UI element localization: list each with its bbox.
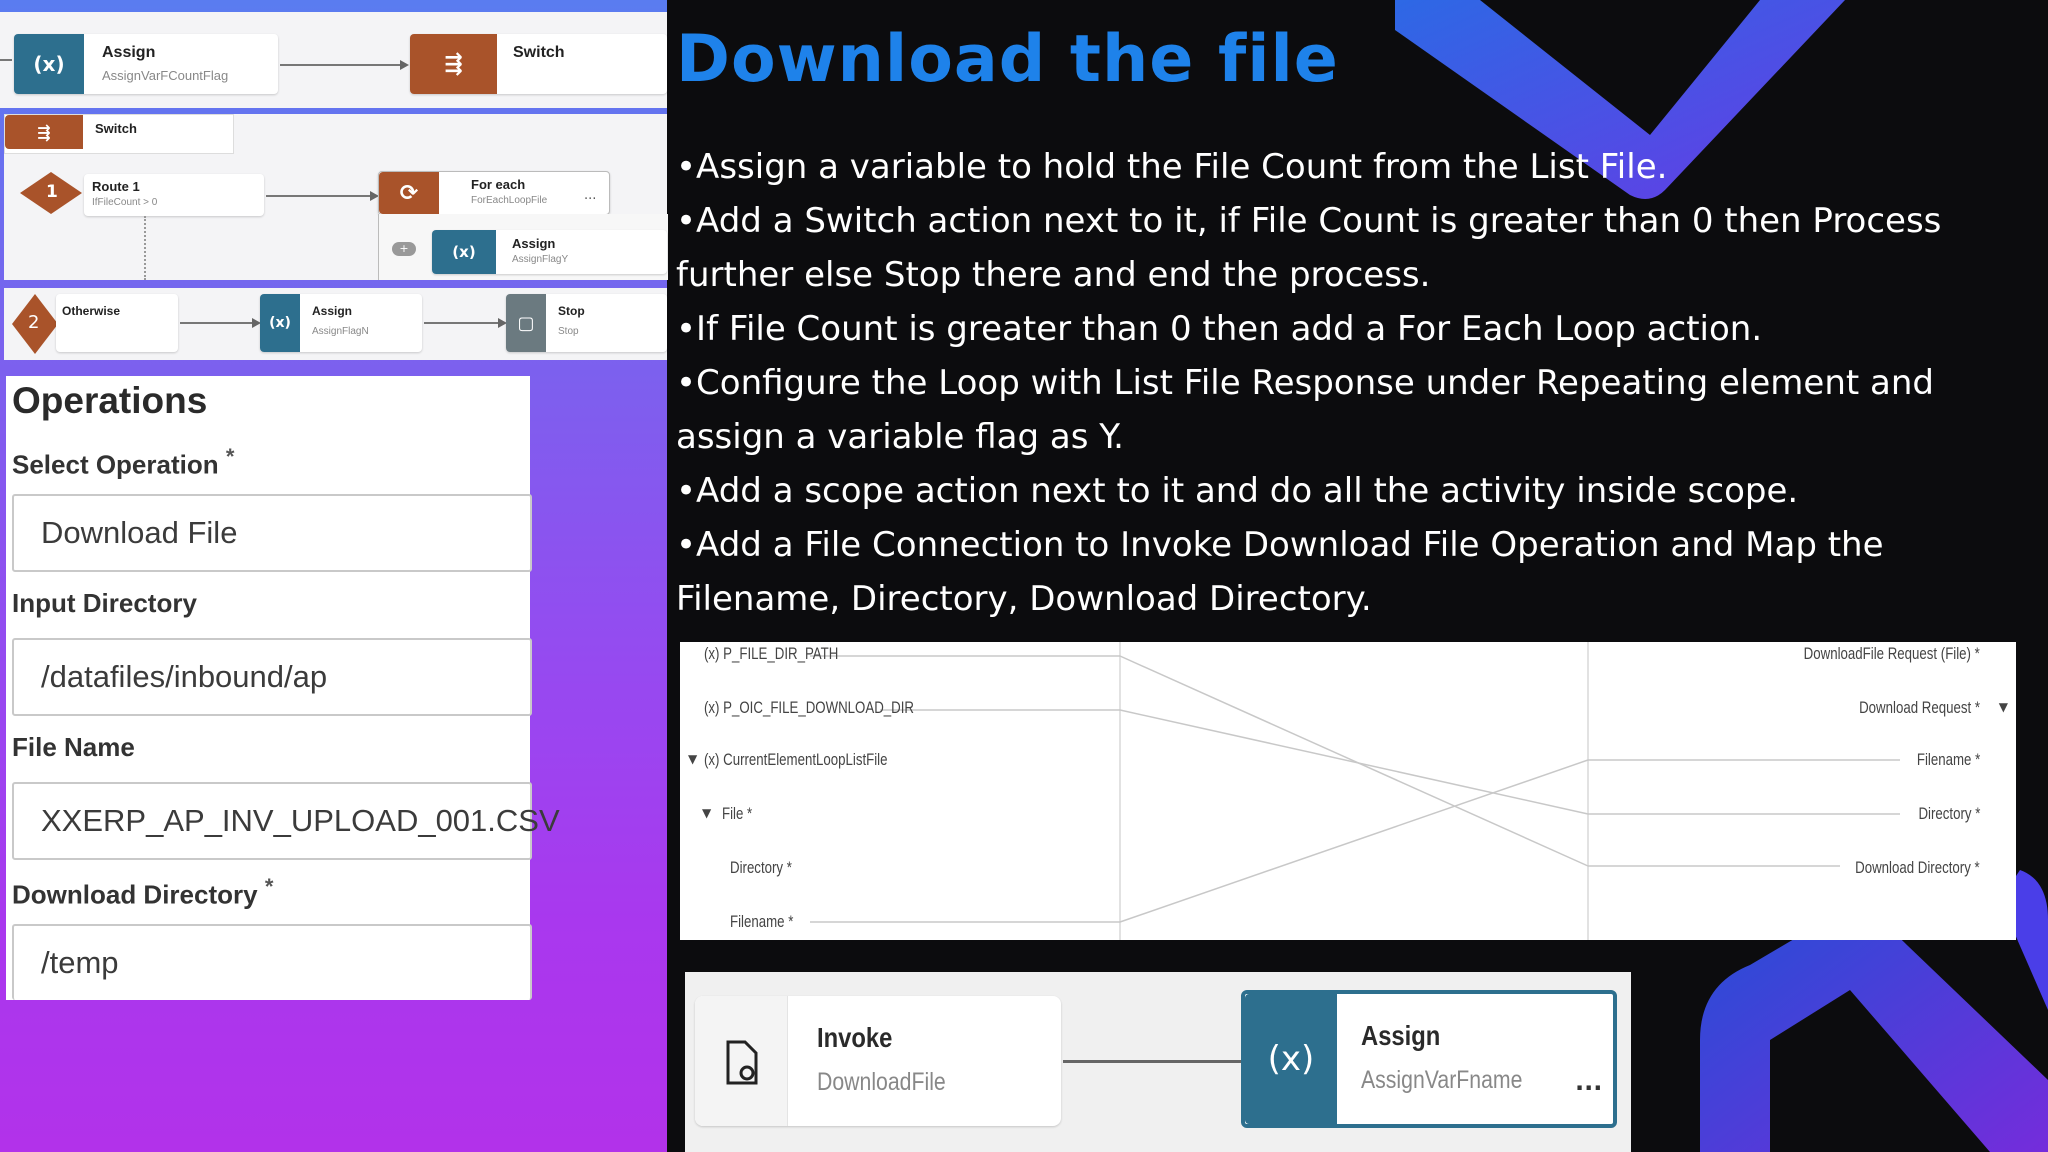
bullet-item: •Add a scope action next to it and do al…: [676, 471, 1799, 511]
file-name-label: File Name: [12, 732, 135, 762]
assign-variable-icon: (x): [432, 230, 496, 274]
file-download-icon: [726, 1040, 758, 1085]
assign-flag-n-title: Assign: [312, 304, 353, 318]
assign-subtitle: AssignVarFname: [1361, 1066, 1523, 1094]
stop-title: Stop: [558, 304, 585, 318]
switch-header-icon: ⇶: [5, 115, 83, 149]
flow-connector: [280, 64, 400, 66]
route-connector: [266, 195, 372, 197]
integration-switch-flow: ⇶ Switch 1 Route 1 IfFileCount > 0 ⟳ For…: [4, 114, 668, 280]
operations-panel: Operations Select Operation * Download F…: [6, 376, 560, 1000]
assign-subtitle: AssignVarFCountFlag: [102, 68, 229, 83]
otherwise-card[interactable]: Otherwise: [56, 294, 178, 352]
integration-otherwise-flow: 2 Otherwise (x) Assign AssignFlagN ▢ Sto…: [4, 288, 667, 360]
switch-header-tab[interactable]: ⇶ Switch: [4, 114, 234, 154]
stop-action-card[interactable]: ▢ Stop Stop: [506, 294, 667, 352]
assign-flag-n-subtitle: AssignFlagN: [312, 326, 369, 337]
bullet-item: •Configure the Loop with List File Respo…: [676, 363, 1934, 457]
route-number: 1: [46, 182, 58, 202]
input-directory-label: Input Directory: [12, 588, 197, 618]
mapping-lines: [810, 642, 1900, 940]
flow-arrow-icon: [400, 60, 409, 70]
assign-flag-y-subtitle: AssignFlagY: [512, 254, 569, 265]
input-directory-field[interactable]: /datafiles/inbound/ap: [12, 638, 532, 716]
assign-flag-y-title: Assign: [512, 236, 556, 251]
assign-variable-icon: (x): [260, 294, 300, 352]
switch-icon: ⇶: [410, 34, 497, 94]
more-options-icon[interactable]: ...: [1575, 1068, 1602, 1096]
assign-title: Assign: [1361, 1020, 1441, 1051]
otherwise-title: Otherwise: [62, 304, 121, 318]
switch-header-title: Switch: [95, 121, 137, 136]
download-directory-label: Download Directory *: [12, 874, 273, 911]
select-operation-label: Select Operation *: [12, 444, 234, 481]
invoke-subtitle: DownloadFile: [817, 1068, 946, 1096]
route-1-condition: IfFileCount > 0: [92, 197, 158, 208]
stop-subtitle: Stop: [558, 326, 579, 337]
assign-variable-icon: (x): [1245, 994, 1337, 1124]
invoke-action-card[interactable]: Invoke DownloadFile: [695, 996, 1061, 1126]
mapper-target-item[interactable]: Download Directory *: [1855, 858, 1980, 878]
required-indicator: *: [264, 874, 274, 899]
integration-bottom-flow: Invoke DownloadFile (x) Assign AssignVar…: [685, 972, 1631, 1152]
bullet-item: •Add a File Connection to Invoke Downloa…: [676, 525, 1884, 619]
switch-action-card[interactable]: ⇶ Switch: [410, 34, 667, 94]
incoming-connector: [0, 59, 12, 61]
assign-flag-n-card[interactable]: (x) Assign AssignFlagN: [260, 294, 422, 352]
mapper-source-item[interactable]: (x) CurrentElementLoopListFile: [704, 750, 888, 770]
mapper-target-item[interactable]: Download Request *: [1859, 698, 1980, 718]
mapper-source-item[interactable]: (x) P_FILE_DIR_PATH: [704, 644, 838, 664]
assign-title: Assign: [102, 44, 156, 61]
bullet-item: •Assign a variable to hold the File Coun…: [676, 147, 1668, 187]
expand-arrow-icon[interactable]: ▼: [688, 752, 697, 766]
slide-heading: Download the file: [676, 22, 1339, 97]
route-dotted-connector: [144, 216, 146, 280]
select-operation-label-text: Select Operation: [12, 449, 219, 480]
integration-top-flow: (x) Assign AssignVarFCountFlag ⇶ Switch: [0, 12, 667, 108]
file-name-field[interactable]: XXERP_AP_INV_UPLOAD_001.CSV: [12, 782, 560, 860]
stop-connector: [424, 322, 500, 324]
mapper-target-item[interactable]: Filename *: [1917, 750, 1980, 770]
select-operation-field[interactable]: Download File: [12, 494, 532, 572]
assign-action-card[interactable]: (x) Assign AssignVarFname ...: [1241, 990, 1617, 1128]
otherwise-number: 2: [28, 312, 40, 333]
mapper-source-item[interactable]: Directory *: [730, 858, 792, 878]
more-options-icon[interactable]: ...: [584, 188, 596, 203]
data-mapper-panel: (x) P_FILE_DIR_PATH (x) P_OIC_FILE_DOWNL…: [680, 642, 2016, 940]
add-action-icon[interactable]: +: [392, 242, 416, 256]
invoke-title: Invoke: [817, 1022, 893, 1053]
bullet-item: •If File Count is greater than 0 then ad…: [676, 309, 1763, 349]
switch-title: Switch: [513, 44, 565, 61]
expand-arrow-icon[interactable]: ▼: [702, 806, 711, 820]
download-directory-label-text: Download Directory: [12, 879, 258, 910]
for-each-title: For each: [471, 177, 526, 192]
loop-icon: ⟳: [379, 172, 439, 214]
route-1-title: Route 1: [92, 179, 140, 194]
assign-action-card[interactable]: (x) Assign AssignVarFCountFlag: [14, 34, 278, 94]
for-each-subtitle: ForEachLoopFile: [471, 195, 548, 206]
mapper-source-item[interactable]: Filename *: [730, 912, 793, 932]
mapper-target-item[interactable]: DownloadFile Request (File) *: [1804, 644, 1980, 664]
mapper-source-item[interactable]: (x) P_OIC_FILE_DOWNLOAD_DIR: [704, 698, 914, 718]
bullet-item: •Add a Switch action next to it, if File…: [676, 201, 1942, 295]
stop-icon: ▢: [506, 294, 546, 352]
mapper-target-item[interactable]: Directory *: [1918, 804, 1980, 824]
otherwise-connector: [180, 322, 254, 324]
expand-arrow-icon[interactable]: ▼: [1999, 700, 2008, 714]
for-each-action-card[interactable]: ⟳ For each ForEachLoopFile ...: [378, 171, 610, 215]
assign-flag-y-card[interactable]: (x) Assign AssignFlagY: [432, 230, 667, 274]
required-indicator: *: [225, 444, 235, 469]
bullet-list: •Assign a variable to hold the File Coun…: [676, 140, 2006, 626]
download-directory-field[interactable]: /temp: [12, 924, 532, 1000]
mapper-source-item[interactable]: File *: [722, 804, 752, 824]
operations-title: Operations: [12, 380, 208, 421]
route-1-card[interactable]: Route 1 IfFileCount > 0: [84, 174, 264, 216]
assign-variable-icon: (x): [14, 34, 84, 94]
